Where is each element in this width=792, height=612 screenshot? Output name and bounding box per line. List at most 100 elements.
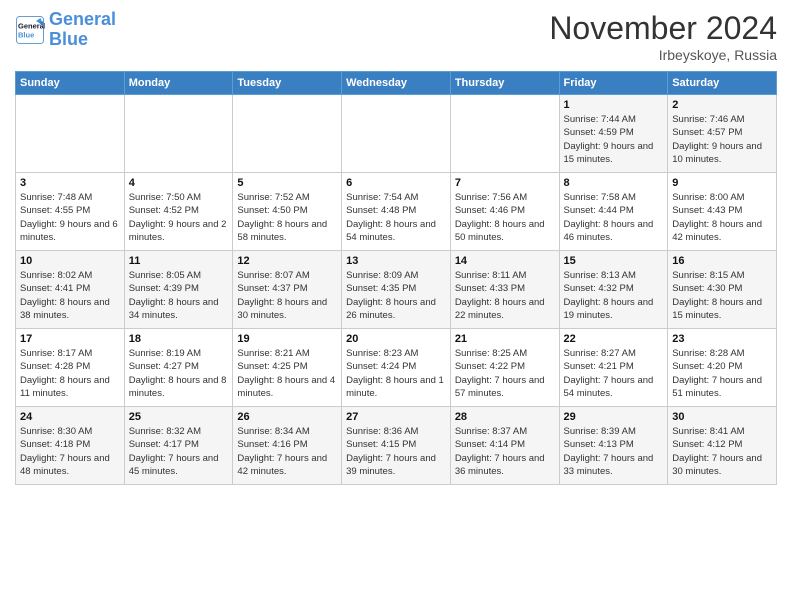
logo-general: General	[49, 9, 116, 29]
day-info: Sunrise: 8:17 AM Sunset: 4:28 PM Dayligh…	[20, 347, 120, 400]
week-row-4: 24 Sunrise: 8:30 AM Sunset: 4:18 PM Dayli…	[16, 407, 777, 485]
day-header-friday: Friday	[559, 72, 668, 95]
day-info: Sunrise: 8:39 AM Sunset: 4:13 PM Dayligh…	[564, 425, 664, 478]
day-number: 23	[672, 333, 772, 345]
day-info: Sunrise: 8:30 AM Sunset: 4:18 PM Dayligh…	[20, 425, 120, 478]
calendar-cell: 28 Sunrise: 8:37 AM Sunset: 4:14 PM Dayli…	[450, 407, 559, 485]
day-info: Sunrise: 8:32 AM Sunset: 4:17 PM Dayligh…	[129, 425, 229, 478]
week-row-0: 1 Sunrise: 7:44 AM Sunset: 4:59 PM Daylig…	[16, 95, 777, 173]
calendar-cell: 15 Sunrise: 8:13 AM Sunset: 4:32 PM Dayli…	[559, 251, 668, 329]
day-number: 16	[672, 255, 772, 267]
day-info: Sunrise: 7:48 AM Sunset: 4:55 PM Dayligh…	[20, 191, 120, 244]
day-info: Sunrise: 8:13 AM Sunset: 4:32 PM Dayligh…	[564, 269, 664, 322]
day-number: 13	[346, 255, 446, 267]
logo-icon: General Blue	[15, 15, 45, 45]
day-info: Sunrise: 8:41 AM Sunset: 4:12 PM Dayligh…	[672, 425, 772, 478]
day-number: 3	[20, 177, 120, 189]
calendar-cell: 6 Sunrise: 7:54 AM Sunset: 4:48 PM Daylig…	[342, 173, 451, 251]
day-info: Sunrise: 8:27 AM Sunset: 4:21 PM Dayligh…	[564, 347, 664, 400]
logo-name: General Blue	[49, 10, 116, 50]
calendar-header-row: SundayMondayTuesdayWednesdayThursdayFrid…	[16, 72, 777, 95]
month-title: November 2024	[549, 10, 777, 47]
calendar-cell	[16, 95, 125, 173]
calendar-cell: 3 Sunrise: 7:48 AM Sunset: 4:55 PM Daylig…	[16, 173, 125, 251]
calendar-cell	[124, 95, 233, 173]
title-block: November 2024 Irbeyskoye, Russia	[549, 10, 777, 63]
calendar-cell: 10 Sunrise: 8:02 AM Sunset: 4:41 PM Dayli…	[16, 251, 125, 329]
day-info: Sunrise: 7:56 AM Sunset: 4:46 PM Dayligh…	[455, 191, 555, 244]
calendar-cell: 25 Sunrise: 8:32 AM Sunset: 4:17 PM Dayli…	[124, 407, 233, 485]
day-header-sunday: Sunday	[16, 72, 125, 95]
day-number: 5	[237, 177, 337, 189]
calendar-cell: 17 Sunrise: 8:17 AM Sunset: 4:28 PM Dayli…	[16, 329, 125, 407]
day-info: Sunrise: 8:21 AM Sunset: 4:25 PM Dayligh…	[237, 347, 337, 400]
day-info: Sunrise: 7:46 AM Sunset: 4:57 PM Dayligh…	[672, 113, 772, 166]
calendar-cell: 26 Sunrise: 8:34 AM Sunset: 4:16 PM Dayli…	[233, 407, 342, 485]
calendar-cell: 30 Sunrise: 8:41 AM Sunset: 4:12 PM Dayli…	[668, 407, 777, 485]
day-info: Sunrise: 7:58 AM Sunset: 4:44 PM Dayligh…	[564, 191, 664, 244]
calendar-cell: 16Sunrise: 8:15 AM Sunset: 4:30 PM Dayli…	[668, 251, 777, 329]
week-row-3: 17 Sunrise: 8:17 AM Sunset: 4:28 PM Dayli…	[16, 329, 777, 407]
day-number: 10	[20, 255, 120, 267]
day-info: Sunrise: 7:44 AM Sunset: 4:59 PM Dayligh…	[564, 113, 664, 166]
calendar-cell: 2 Sunrise: 7:46 AM Sunset: 4:57 PM Daylig…	[668, 95, 777, 173]
calendar-cell: 27Sunrise: 8:36 AM Sunset: 4:15 PM Dayli…	[342, 407, 451, 485]
calendar-cell: 7 Sunrise: 7:56 AM Sunset: 4:46 PM Daylig…	[450, 173, 559, 251]
calendar-table: SundayMondayTuesdayWednesdayThursdayFrid…	[15, 71, 777, 485]
day-number: 29	[564, 411, 664, 423]
day-number: 28	[455, 411, 555, 423]
day-info: Sunrise: 8:02 AM Sunset: 4:41 PM Dayligh…	[20, 269, 120, 322]
day-info: Sunrise: 7:50 AM Sunset: 4:52 PM Dayligh…	[129, 191, 229, 244]
day-info: Sunrise: 8:11 AM Sunset: 4:33 PM Dayligh…	[455, 269, 555, 322]
day-info: Sunrise: 8:34 AM Sunset: 4:16 PM Dayligh…	[237, 425, 337, 478]
day-info: Sunrise: 8:25 AM Sunset: 4:22 PM Dayligh…	[455, 347, 555, 400]
day-number: 2	[672, 99, 772, 111]
day-number: 18	[129, 333, 229, 345]
week-row-2: 10 Sunrise: 8:02 AM Sunset: 4:41 PM Dayli…	[16, 251, 777, 329]
calendar-cell: 29 Sunrise: 8:39 AM Sunset: 4:13 PM Dayli…	[559, 407, 668, 485]
day-info: Sunrise: 8:37 AM Sunset: 4:14 PM Dayligh…	[455, 425, 555, 478]
day-number: 27	[346, 411, 446, 423]
day-number: 25	[129, 411, 229, 423]
day-number: 4	[129, 177, 229, 189]
day-number: 26	[237, 411, 337, 423]
day-info: Sunrise: 8:00 AM Sunset: 4:43 PM Dayligh…	[672, 191, 772, 244]
week-row-1: 3 Sunrise: 7:48 AM Sunset: 4:55 PM Daylig…	[16, 173, 777, 251]
day-number: 17	[20, 333, 120, 345]
calendar-cell	[450, 95, 559, 173]
day-number: 11	[129, 255, 229, 267]
calendar-cell	[342, 95, 451, 173]
calendar-cell: 23 Sunrise: 8:28 AM Sunset: 4:20 PM Dayli…	[668, 329, 777, 407]
day-info: Sunrise: 8:09 AM Sunset: 4:35 PM Dayligh…	[346, 269, 446, 322]
calendar-cell: 21Sunrise: 8:25 AM Sunset: 4:22 PM Dayli…	[450, 329, 559, 407]
day-header-wednesday: Wednesday	[342, 72, 451, 95]
day-info: Sunrise: 8:07 AM Sunset: 4:37 PM Dayligh…	[237, 269, 337, 322]
day-number: 14	[455, 255, 555, 267]
day-number: 9	[672, 177, 772, 189]
calendar-cell: 1 Sunrise: 7:44 AM Sunset: 4:59 PM Daylig…	[559, 95, 668, 173]
calendar-cell: 18 Sunrise: 8:19 AM Sunset: 4:27 PM Dayli…	[124, 329, 233, 407]
day-number: 24	[20, 411, 120, 423]
calendar-cell: 11Sunrise: 8:05 AM Sunset: 4:39 PM Dayli…	[124, 251, 233, 329]
calendar-cell: 8 Sunrise: 7:58 AM Sunset: 4:44 PM Daylig…	[559, 173, 668, 251]
day-number: 12	[237, 255, 337, 267]
day-number: 8	[564, 177, 664, 189]
day-number: 30	[672, 411, 772, 423]
calendar-cell: 20Sunrise: 8:23 AM Sunset: 4:24 PM Dayli…	[342, 329, 451, 407]
day-number: 6	[346, 177, 446, 189]
calendar-cell: 14 Sunrise: 8:11 AM Sunset: 4:33 PM Dayli…	[450, 251, 559, 329]
logo: General Blue General Blue	[15, 10, 116, 50]
day-info: Sunrise: 8:28 AM Sunset: 4:20 PM Dayligh…	[672, 347, 772, 400]
calendar-cell: 24 Sunrise: 8:30 AM Sunset: 4:18 PM Dayli…	[16, 407, 125, 485]
calendar-cell: 19Sunrise: 8:21 AM Sunset: 4:25 PM Dayli…	[233, 329, 342, 407]
day-header-saturday: Saturday	[668, 72, 777, 95]
location: Irbeyskoye, Russia	[549, 47, 777, 63]
calendar-cell: 12 Sunrise: 8:07 AM Sunset: 4:37 PM Dayli…	[233, 251, 342, 329]
day-info: Sunrise: 8:23 AM Sunset: 4:24 PM Dayligh…	[346, 347, 446, 400]
day-info: Sunrise: 8:19 AM Sunset: 4:27 PM Dayligh…	[129, 347, 229, 400]
day-number: 7	[455, 177, 555, 189]
day-header-monday: Monday	[124, 72, 233, 95]
day-number: 15	[564, 255, 664, 267]
day-number: 1	[564, 99, 664, 111]
day-info: Sunrise: 7:54 AM Sunset: 4:48 PM Dayligh…	[346, 191, 446, 244]
